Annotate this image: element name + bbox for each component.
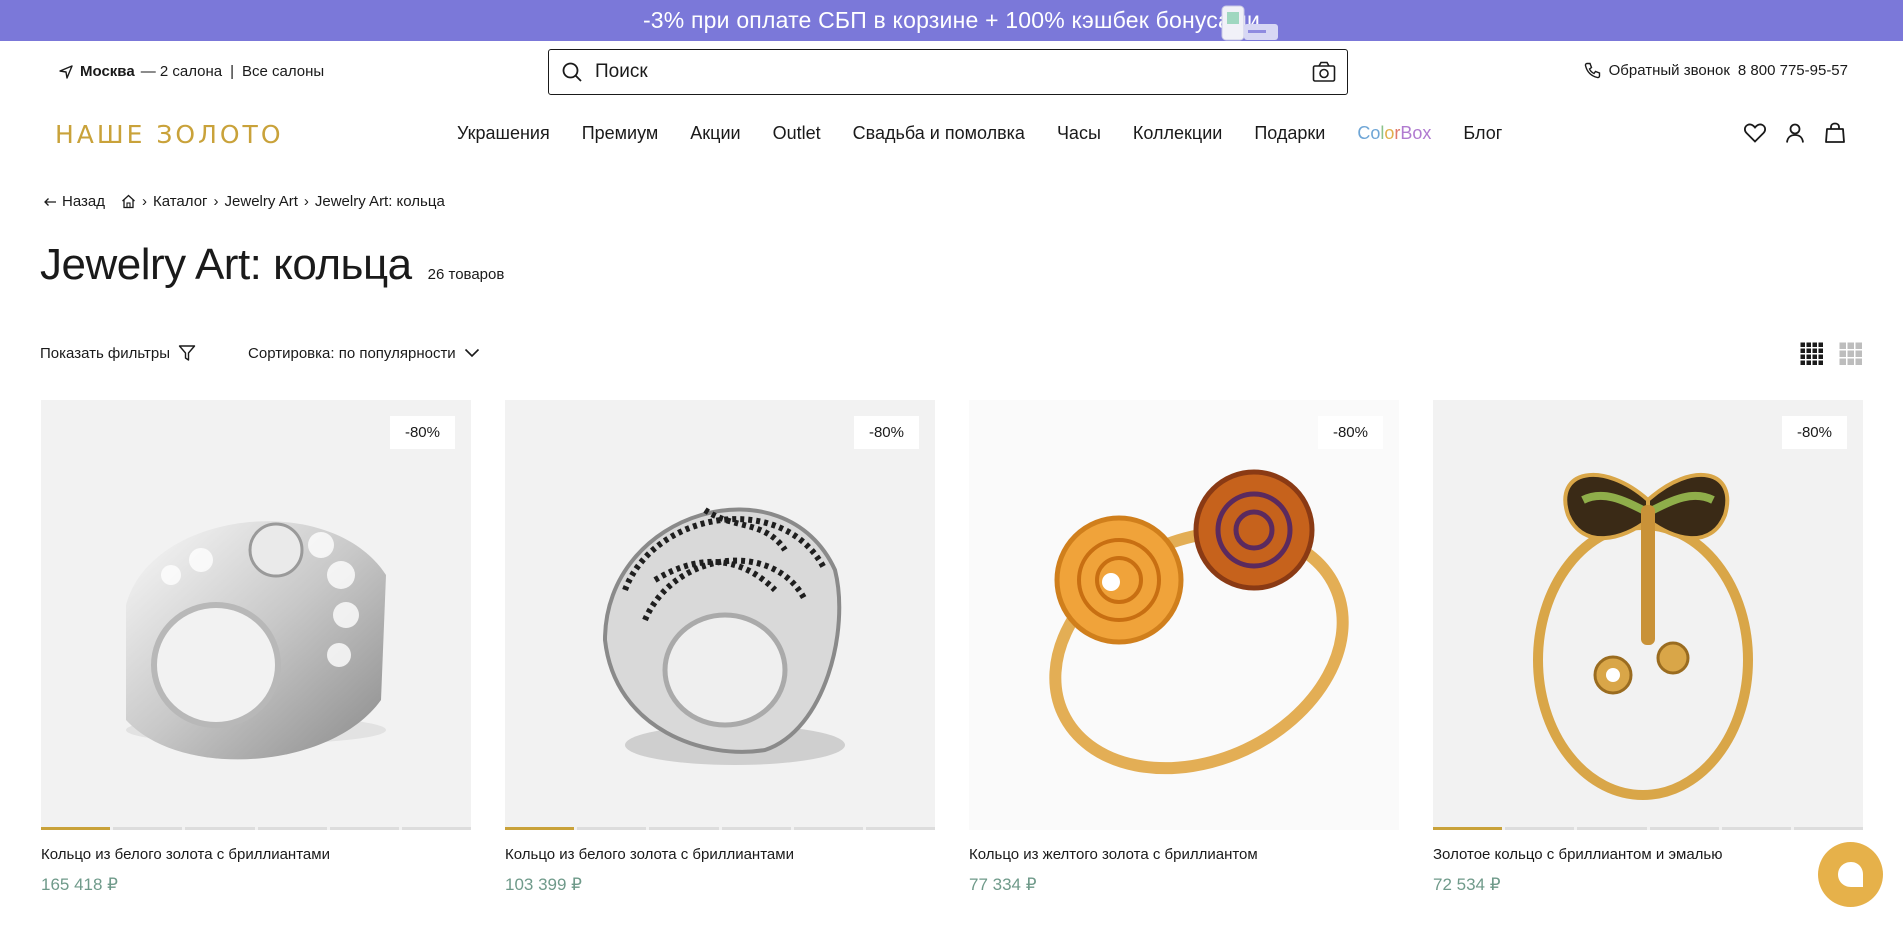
discount-badge: -80% [1317,416,1383,449]
show-filters-label: Показать фильтры [40,344,171,362]
nav-item-collections[interactable]: Коллекции [1133,123,1222,144]
nav-item-wedding[interactable]: Свадьба и помолвка [853,123,1025,144]
product-price: 165 418 ₽ [41,875,118,894]
bag-icon[interactable] [1823,121,1847,145]
image-pager[interactable] [505,827,935,830]
product-price: 72 534 ₽ [1433,875,1501,894]
phone-card-icon [1221,5,1278,41]
discount-badge: -80% [853,416,919,449]
discount-badge: -80% [1781,416,1847,449]
nav-item-jewelry[interactable]: Украшения [457,123,550,144]
product-price: 103 399 ₽ [505,875,582,894]
product-card[interactable]: -80% Кольцо из желтого золота с бриллиан… [969,400,1399,895]
chevron-right-icon: › [303,193,309,210]
product-card[interactable]: -80% Кольцо из белого золота с бриллиант… [41,400,471,895]
nav-item-outlet[interactable]: Outlet [773,123,821,144]
product-count: 26 товаров [427,266,505,283]
search-icon[interactable] [549,61,595,83]
search-bar[interactable] [548,49,1348,95]
product-card[interactable]: -80% Золотое кольцо с бриллиантом и эмал… [1433,400,1863,895]
ring-image [1049,469,1349,775]
breadcrumb-jewelry-art[interactable]: Jewelry Art [225,193,298,210]
chat-bubble-icon [1837,861,1863,887]
search-input[interactable] [595,52,1301,92]
all-salons-link[interactable]: Все салоны [242,63,324,80]
nav-icons [1743,121,1847,145]
camera-icon[interactable] [1301,61,1347,83]
grid-large-icon[interactable] [1839,342,1863,366]
product-name[interactable]: Золотое кольцо с бриллиантом и эмалью [1433,846,1863,863]
breadcrumb-current: Jewelry Art: кольца [314,193,445,210]
arrow-left-icon [44,197,56,206]
chevron-down-icon [464,348,479,358]
ring-image [1533,473,1753,800]
back-link[interactable]: Назад [43,193,105,210]
chat-button[interactable] [1818,842,1883,907]
ring-image [126,521,386,760]
breadcrumb-catalog[interactable]: Каталог [153,193,208,210]
location-arrow-icon [59,64,73,79]
promo-banner[interactable]: -3% при оплате СБП в корзине + 100% кэшб… [0,0,1903,41]
product-name[interactable]: Кольцо из белого золота с бриллиантами [41,846,471,863]
promo-text: -3% при оплате СБП в корзине + 100% кэшб… [642,7,1261,33]
nav-item-blog[interactable]: Блог [1463,123,1502,144]
phone-number[interactable]: 8 800 775-95-57 [1738,62,1848,79]
product-name[interactable]: Кольцо из желтого золота с бриллиантом [969,846,1399,863]
image-pager[interactable] [41,827,471,830]
show-filters-button[interactable]: Показать фильтры [40,344,196,362]
product-image[interactable]: -80% [969,400,1399,830]
chevron-right-icon: › [141,193,147,210]
back-label: Назад [62,193,105,210]
breadcrumb: Назад › Каталог › Jewelry Art › Jewelry … [43,193,445,210]
nav-item-watches[interactable]: Часы [1057,123,1101,144]
sort-dropdown[interactable]: Сортировка: по популярности [248,345,480,362]
callback-link[interactable]: Обратный звонок [1609,62,1730,79]
product-image[interactable]: -80% [41,400,471,830]
image-pager[interactable] [1433,827,1863,830]
nav-item-colorbox[interactable]: ColorBox [1357,123,1431,144]
divider: | [230,63,235,80]
ring-image [602,507,845,765]
home-icon[interactable] [121,194,136,209]
phone-icon [1584,62,1600,79]
view-toggle [1800,342,1863,366]
grid-dense-icon[interactable] [1800,342,1824,366]
product-price: 77 334 ₽ [969,875,1037,894]
product-name[interactable]: Кольцо из белого золота с бриллиантами [505,846,935,863]
nav-item-premium[interactable]: Премиум [582,123,659,144]
city-name[interactable]: Москва [80,63,135,80]
page-title: Jewelry Art: кольца [40,240,412,289]
filter-icon [178,345,196,361]
salons-count[interactable]: — 2 салона [141,63,222,80]
filter-bar: Показать фильтры Сортировка: по популярн… [40,344,480,362]
chevron-right-icon: › [213,193,219,210]
product-image[interactable]: -80% [1433,400,1863,830]
sort-label: Сортировка: по популярности [248,344,456,362]
nav-menu: Украшения Премиум Акции Outlet Свадьба и… [457,123,1502,144]
nav-item-gifts[interactable]: Подарки [1254,123,1325,144]
discount-badge: -80% [389,416,455,449]
page-header: Jewelry Art: кольца 26 товаров [40,240,504,290]
top-bar: Москва — 2 салона | Все салоны Обратный … [0,41,1903,103]
product-image[interactable]: -80% [505,400,935,830]
nav-item-sales[interactable]: Акции [690,123,740,144]
heart-icon[interactable] [1743,121,1767,145]
location-selector[interactable]: Москва — 2 салона | Все салоны [58,63,324,80]
logo[interactable]: НАШЕ ЗОЛОТО [55,120,284,149]
product-grid: -80% Кольцо из белого золота с бриллиант… [41,400,1863,895]
product-card[interactable]: -80% Кольцо из белого золота с бриллиант… [505,400,935,895]
callback[interactable]: Обратный звонок 8 800 775-95-57 [1584,62,1848,79]
main-nav: НАШЕ ЗОЛОТО Украшения Премиум Акции Outl… [0,103,1903,167]
user-icon[interactable] [1783,121,1807,145]
